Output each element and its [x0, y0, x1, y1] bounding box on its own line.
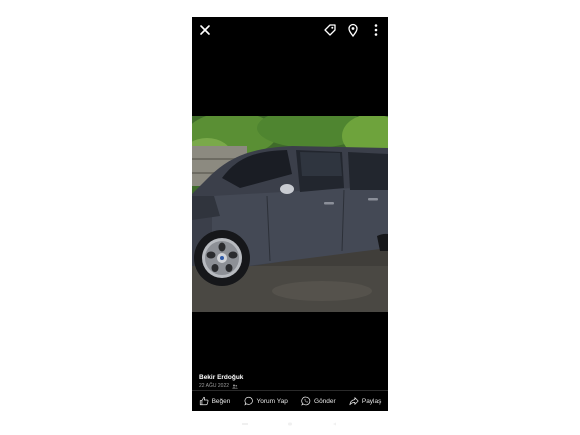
post-date: 22 AĞU 2022 [199, 383, 230, 389]
home-icon[interactable] [285, 422, 295, 426]
viewer-toolbar [192, 17, 388, 43]
post-date-row: 22 AĞU 2022 [199, 382, 243, 390]
tag-icon[interactable] [321, 21, 339, 39]
location-pin-icon[interactable] [344, 21, 362, 39]
recent-apps-icon[interactable] [240, 422, 250, 426]
close-icon[interactable] [196, 21, 214, 39]
post-author[interactable]: Bekir Erdoğuk [199, 374, 243, 382]
share-arrow-icon [349, 397, 359, 406]
share-label: Paylaş [361, 397, 382, 405]
like-label: Beğen [211, 397, 231, 405]
post-meta: Bekir Erdoğuk 22 AĞU 2022 [199, 374, 243, 390]
comment-label: Yorum Yap [256, 397, 288, 405]
share-button[interactable]: Paylaş [349, 396, 382, 406]
send-button[interactable]: Gönder [301, 396, 336, 406]
car-photo-image [192, 116, 388, 312]
back-icon[interactable] [330, 422, 340, 426]
send-label: Gönder [314, 397, 336, 405]
like-button[interactable]: Beğen [199, 396, 231, 406]
comment-button[interactable]: Yorum Yap [243, 396, 288, 406]
comment-icon [243, 396, 253, 406]
thumbs-up-icon [199, 396, 208, 406]
photo-viewer: Bekir Erdoğuk 22 AĞU 2022 Beğen Yorum Ya… [192, 17, 388, 411]
post-action-bar: Beğen Yorum Yap Gönder Paylaş [192, 390, 388, 411]
more-vertical-icon[interactable] [367, 21, 385, 39]
system-nav-bar [240, 418, 340, 430]
post-photo[interactable] [192, 116, 388, 312]
whatsapp-icon [301, 396, 311, 406]
friends-icon [232, 384, 238, 388]
